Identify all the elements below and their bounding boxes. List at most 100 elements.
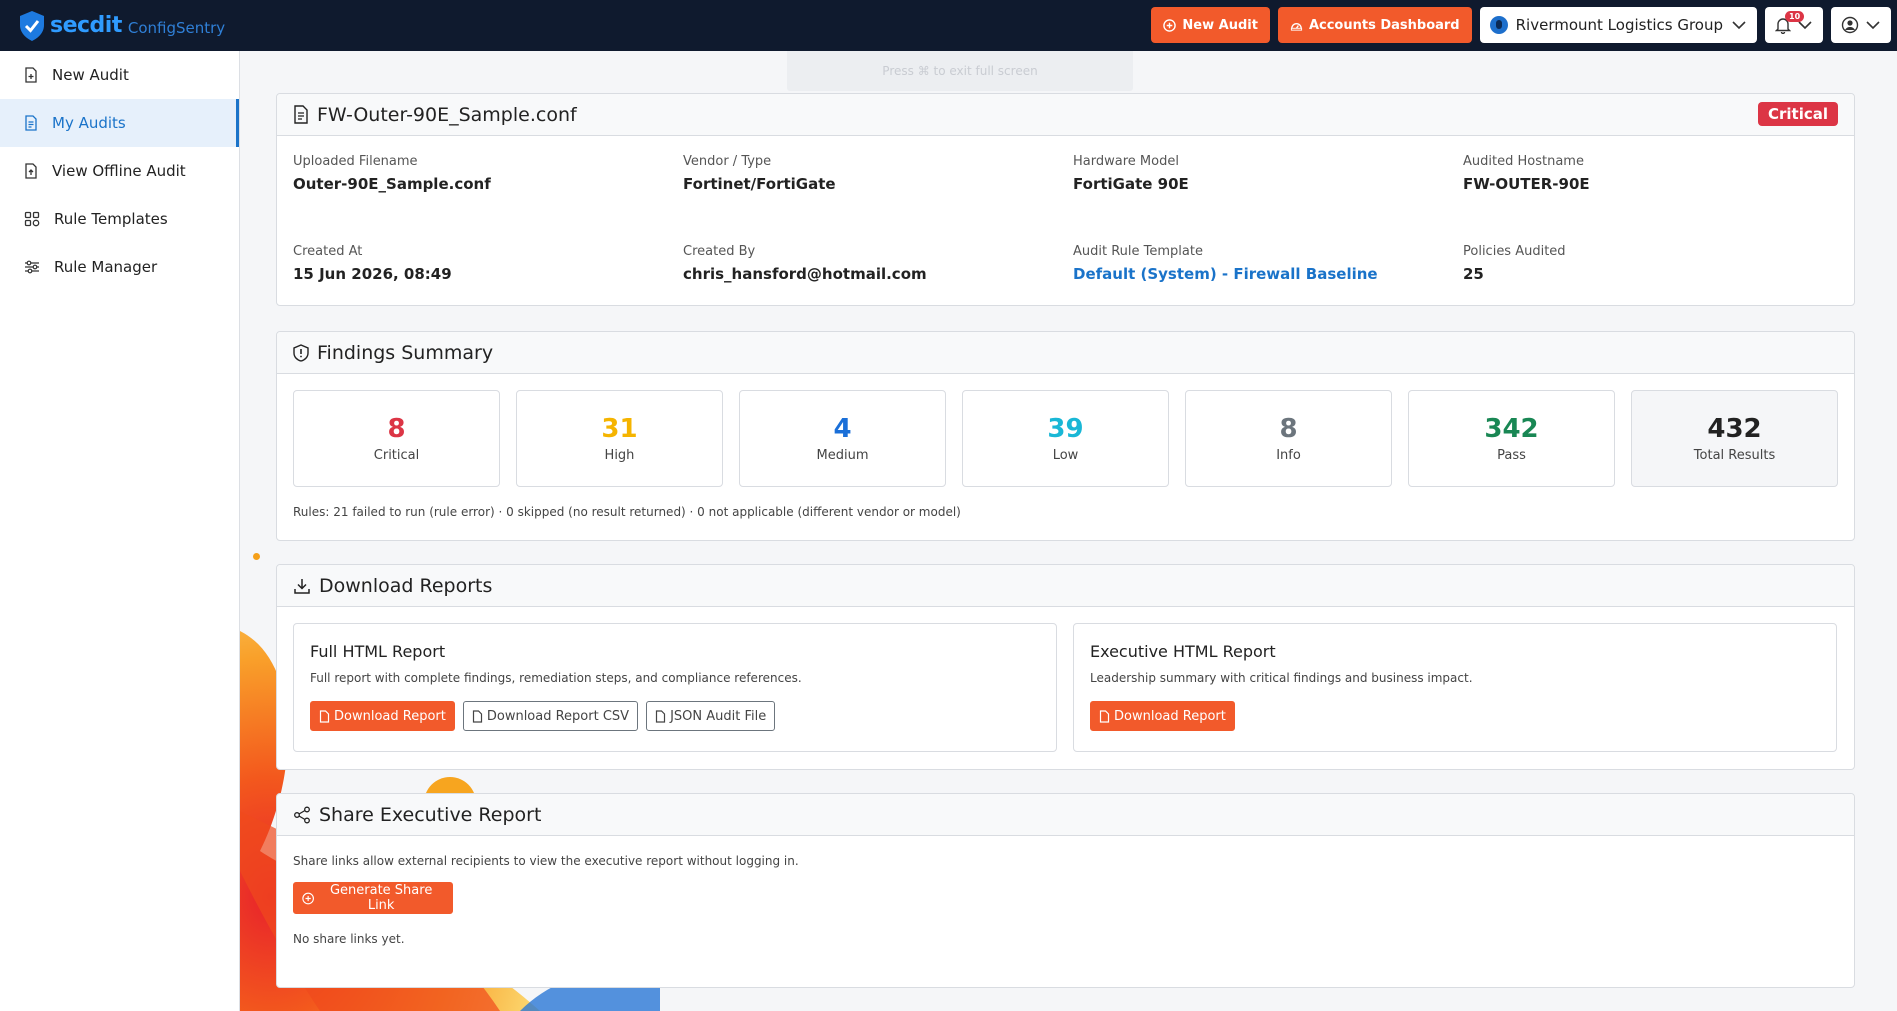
rule-template-link[interactable]: Default (System) - Firewall Baseline	[1073, 265, 1463, 283]
dashboard-icon	[1290, 22, 1303, 31]
executive-download-report-button[interactable]: Download Report	[1090, 701, 1235, 731]
detail-key: Vendor / Type	[683, 154, 772, 169]
audit-details-card: FW-Outer-90E_Sample.conf Critical Upload…	[276, 93, 1855, 306]
stat-pass[interactable]: 342 Pass	[1408, 390, 1615, 487]
generate-share-link-button[interactable]: Generate Share Link	[293, 882, 453, 914]
stat-label: Medium	[816, 448, 869, 463]
stat-high[interactable]: 31 High	[516, 390, 723, 487]
stat-value: 39	[1047, 414, 1084, 444]
detail-audit-rule-template: Audit Rule Template Default (System) - Fi…	[1073, 226, 1463, 316]
no-share-links-message: No share links yet.	[293, 932, 405, 946]
sidebar-item-rule-manager[interactable]: Rule Manager	[0, 243, 239, 291]
new-audit-label: New Audit	[1182, 17, 1258, 33]
detail-value: 15 Jun 2026, 08:49	[293, 265, 452, 283]
json-audit-file-button[interactable]: JSON Audit File	[646, 701, 776, 731]
stat-medium[interactable]: 4 Medium	[739, 390, 946, 487]
chevron-down-icon	[1866, 21, 1880, 30]
detail-value: Outer-90E_Sample.conf	[293, 175, 491, 193]
stat-value: 8	[1279, 414, 1298, 444]
document-icon	[25, 115, 37, 131]
sidebar-item-label: My Audits	[52, 114, 126, 132]
executive-html-report-box: Executive HTML Report Leadership summary…	[1073, 623, 1837, 752]
full-download-report-button[interactable]: Download Report	[310, 701, 455, 731]
full-report-description: Full report with complete findings, reme…	[310, 671, 802, 685]
stat-value: 31	[601, 414, 638, 444]
audit-details-header: FW-Outer-90E_Sample.conf Critical	[277, 94, 1854, 136]
sidebar-item-new-audit[interactable]: New Audit	[0, 51, 239, 99]
sidebar-item-label: Rule Templates	[54, 210, 168, 228]
detail-key: Created By	[683, 244, 756, 259]
stat-label: Pass	[1497, 448, 1526, 463]
stat-label: High	[604, 448, 635, 463]
accounts-dashboard-button[interactable]: Accounts Dashboard	[1277, 7, 1472, 43]
detail-value: FW-OUTER-90E	[1463, 175, 1590, 193]
stat-low[interactable]: 39 Low	[962, 390, 1169, 487]
download-report-csv-button[interactable]: Download Report CSV	[462, 701, 639, 731]
stat-value: 4	[833, 414, 852, 444]
findings-summary-header: Findings Summary	[277, 332, 1854, 374]
stat-info[interactable]: 8 Info	[1185, 390, 1392, 487]
organization-logo-icon	[1489, 16, 1508, 34]
decor-dot	[253, 553, 260, 560]
detail-key: Policies Audited	[1463, 244, 1566, 259]
main-content: Press ⌘ to exit full screen FW-Outer-90E…	[240, 51, 1897, 1011]
sidebar-item-rule-templates[interactable]: Rule Templates	[0, 195, 239, 243]
stat-critical[interactable]: 8 Critical	[293, 390, 500, 487]
notification-count-badge: 10	[1785, 11, 1805, 22]
detail-created-at: Created At 15 Jun 2026, 08:49	[293, 226, 683, 316]
file-icon	[472, 709, 482, 723]
file-icon	[1099, 709, 1110, 723]
button-label: JSON Audit File	[670, 708, 767, 724]
stat-label: Total Results	[1693, 448, 1776, 463]
detail-policies-audited: Policies Audited 25	[1463, 226, 1853, 316]
sidebar-item-label: Rule Manager	[54, 258, 158, 276]
stat-total-results[interactable]: 432 Total Results	[1631, 390, 1838, 487]
plus-circle-icon	[302, 892, 314, 904]
stat-label: Info	[1276, 448, 1301, 463]
fullscreen-toast: Press ⌘ to exit full screen	[787, 51, 1133, 91]
stat-value: 8	[387, 414, 406, 444]
detail-key: Hardware Model	[1073, 154, 1179, 169]
shield-check-icon	[20, 10, 44, 41]
sidebar-item-my-audits[interactable]: My Audits	[0, 99, 239, 147]
organization-select[interactable]: Rivermount Logistics Group	[1479, 7, 1757, 43]
detail-vendor-type: Vendor / Type Fortinet/FortiGate	[683, 136, 1073, 226]
stat-label: Critical	[373, 448, 420, 463]
sidebar-item-label: View Offline Audit	[52, 162, 186, 180]
detail-hardware-model: Hardware Model FortiGate 90E	[1073, 136, 1463, 226]
detail-created-by: Created By chris_hansford@hotmail.com	[683, 226, 1073, 316]
top-bar: secdit ConfigSentry New Audit Accounts D…	[0, 0, 1897, 51]
notifications-button[interactable]: 10	[1765, 7, 1823, 43]
detail-audited-hostname: Audited Hostname FW-OUTER-90E	[1463, 136, 1853, 226]
findings-summary-card: Findings Summary 8 Critical 31 High 4 Mediu…	[276, 331, 1855, 541]
detail-key: Created At	[293, 244, 363, 259]
brand-name: secdit	[50, 13, 122, 38]
detail-uploaded-filename: Uploaded Filename Outer-90E_Sample.conf	[293, 136, 683, 226]
detail-key: Audit Rule Template	[1073, 244, 1203, 259]
brand-product: ConfigSentry	[127, 18, 226, 37]
sidebar-item-view-offline-audit[interactable]: View Offline Audit	[0, 147, 239, 195]
button-label: Download Report CSV	[486, 708, 630, 724]
organization-name: Rivermount Logistics Group	[1515, 16, 1723, 34]
file-icon	[655, 709, 666, 723]
sidebar-item-label: New Audit	[52, 66, 129, 84]
detail-value: 25	[1463, 265, 1484, 283]
share-executive-report-card: Share Executive Report Share links allow…	[276, 793, 1855, 988]
button-label: Generate Share Link	[329, 883, 433, 913]
rules-status-note: Rules: 21 failed to run (rule error) · 0…	[293, 505, 961, 519]
share-description: Share links allow external recipients to…	[293, 854, 799, 868]
stat-label: Low	[1052, 448, 1079, 463]
brand-logo[interactable]: secdit ConfigSentry	[18, 10, 225, 42]
download-reports-title: Download Reports	[319, 574, 493, 597]
user-menu-button[interactable]	[1831, 7, 1891, 43]
download-reports-card: Download Reports Full HTML Report Full r…	[276, 564, 1855, 770]
new-audit-button[interactable]: New Audit	[1151, 7, 1270, 43]
user-circle-icon	[1841, 16, 1859, 34]
file-icon	[319, 709, 330, 723]
detail-value: Fortinet/FortiGate	[683, 175, 836, 193]
button-label: Download Report	[334, 708, 446, 724]
file-upload-icon	[25, 163, 37, 179]
share-report-title: Share Executive Report	[319, 803, 542, 826]
stat-value: 432	[1707, 414, 1762, 444]
grid-icon	[24, 211, 40, 227]
